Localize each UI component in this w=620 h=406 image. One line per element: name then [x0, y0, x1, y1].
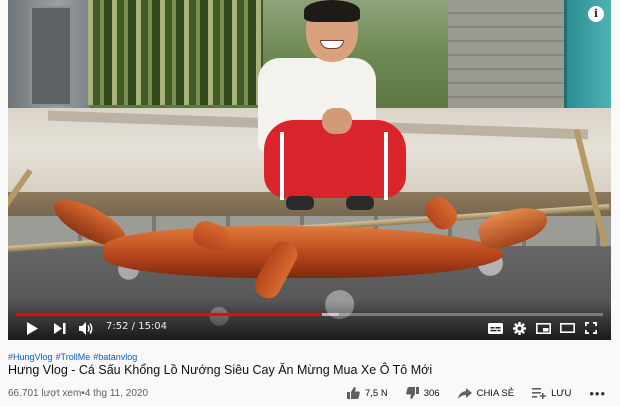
vlogger — [258, 0, 408, 215]
dislike-button[interactable]: 306 — [405, 387, 440, 399]
video-frame — [8, 0, 611, 340]
roasted-crocodile — [47, 190, 552, 303]
share-icon — [457, 387, 472, 399]
like-count: 7,5 N — [365, 387, 388, 399]
dislike-count: 306 — [423, 387, 440, 399]
like-button[interactable]: 7,5 N — [347, 387, 388, 399]
hashtag-link[interactable]: #TrollMe — [56, 352, 91, 362]
duration: 15:04 — [138, 321, 168, 332]
info-icon[interactable]: i — [588, 6, 604, 22]
hashtag-link[interactable]: #HungVlog — [8, 352, 53, 362]
theater-icon[interactable] — [558, 318, 576, 338]
hashtags: #HungVlog #TrollMe #batanvlog — [8, 352, 137, 362]
next-icon[interactable] — [52, 318, 68, 338]
progress-played — [16, 313, 322, 316]
player-controls: 7:52 / 15:04 — [8, 318, 611, 338]
share-button[interactable]: CHIA SẺ — [457, 387, 515, 399]
upload-date: 4 thg 11, 2020 — [84, 388, 149, 399]
video-meta: 66.701 lượt xem • 4 thg 11, 2020 — [8, 388, 149, 399]
subtitles-icon[interactable] — [486, 318, 504, 338]
youtube-watch-page: i 7:52 / 15:04 #HungVlog #TrollMe #batan… — [0, 0, 620, 406]
time-display: 7:52 / 15:04 — [106, 321, 168, 332]
hashtag-link[interactable]: #batanvlog — [93, 352, 137, 362]
save-button[interactable]: LƯU — [532, 387, 572, 399]
more-icon[interactable]: ••• — [589, 386, 606, 401]
play-icon[interactable] — [24, 318, 40, 338]
progress-bar[interactable] — [16, 313, 603, 316]
action-bar: 7,5 N 306 CHIA SẺ LƯU ••• — [347, 384, 606, 402]
fullscreen-icon[interactable] — [582, 318, 600, 338]
save-label: LƯU — [551, 387, 572, 399]
volume-icon[interactable] — [78, 318, 96, 338]
playlist-add-icon — [532, 387, 546, 399]
current-time: 7:52 — [106, 321, 129, 332]
miniplayer-icon[interactable] — [534, 318, 552, 338]
video-title: Hưng Vlog - Cá Sấu Khổng Lồ Nướng Siêu C… — [8, 363, 433, 377]
view-count: 66.701 lượt xem — [8, 388, 82, 399]
share-label: CHIA SẺ — [476, 387, 515, 399]
video-player[interactable]: i 7:52 / 15:04 — [8, 0, 611, 340]
gear-icon[interactable] — [510, 318, 528, 338]
thumbs-down-icon — [405, 387, 419, 399]
thumbs-up-icon — [347, 387, 360, 399]
